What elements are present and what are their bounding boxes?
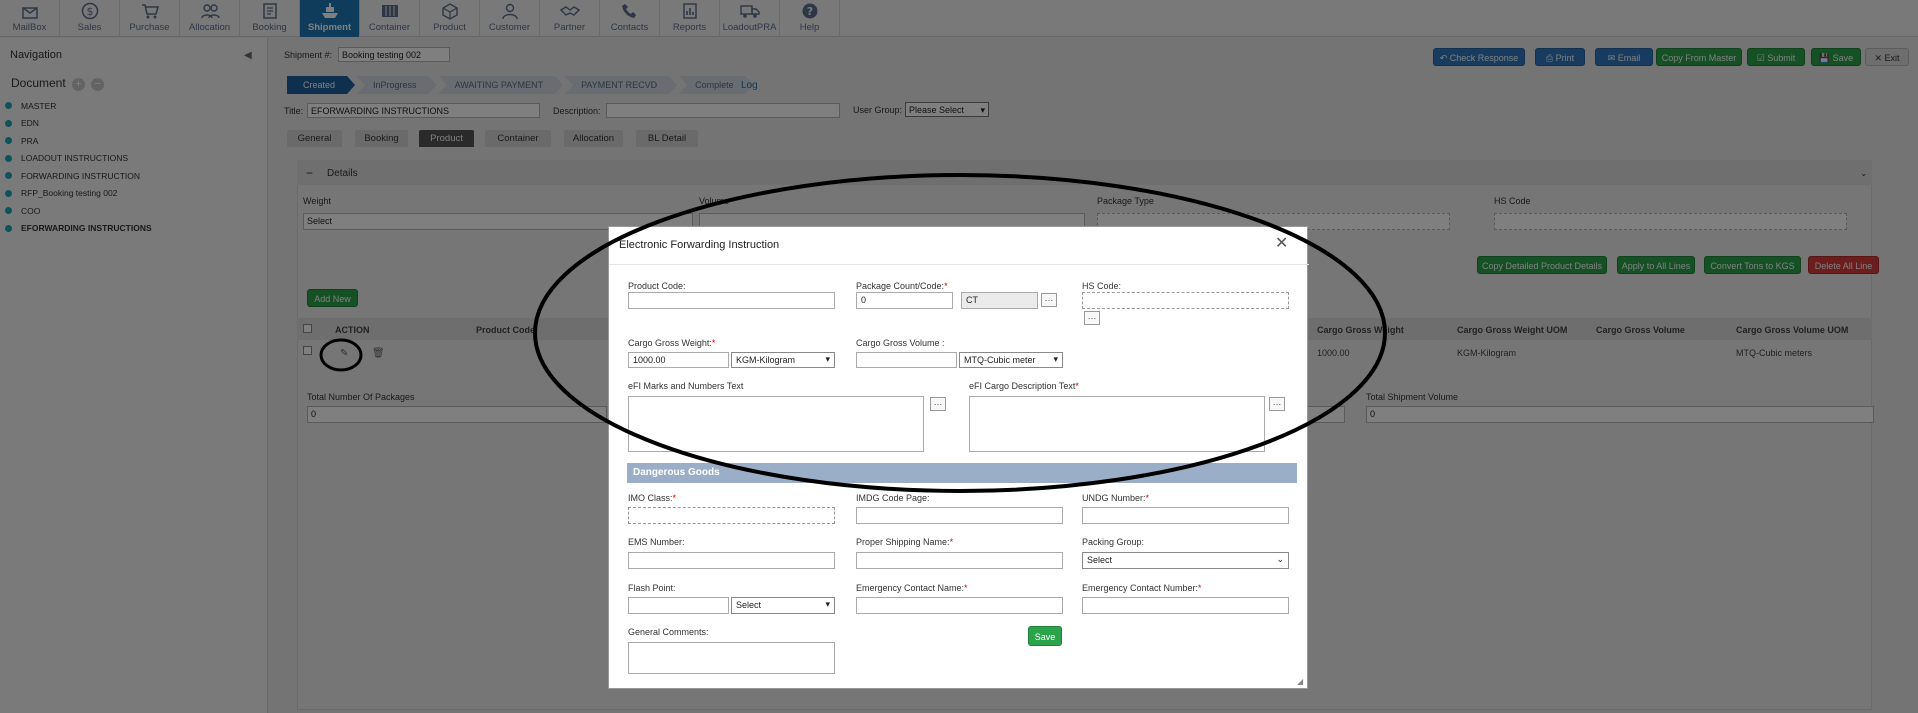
packing-group-label: Packing Group:: [1082, 537, 1145, 547]
imo-class-label: IMO Class:*: [628, 493, 677, 503]
imo-class-input[interactable]: [628, 507, 835, 524]
undg-input[interactable]: [1082, 507, 1289, 524]
ellipsis-icon[interactable]: …: [1269, 397, 1285, 411]
package-code-input[interactable]: CT: [961, 292, 1038, 309]
emergency-contact-number-label: Emergency Contact Number:*: [1082, 583, 1202, 593]
gross-volume-input[interactable]: [856, 352, 957, 368]
emergency-contact-number-input[interactable]: [1082, 597, 1289, 614]
product-code-label: Product Code:: [628, 281, 686, 291]
gross-weight-label: Cargo Gross Weight:*: [628, 338, 716, 348]
gross-volume-label: Cargo Gross Volume :: [856, 338, 945, 348]
divider: [609, 264, 1309, 265]
required-marker: *: [1198, 583, 1202, 593]
ems-label: EMS Number:: [628, 537, 685, 547]
required-marker: *: [964, 583, 968, 593]
product-code-input[interactable]: [628, 292, 835, 309]
imdg-label: IMDG Code Page:: [856, 493, 930, 503]
imdg-input[interactable]: [856, 507, 1063, 524]
chevron-down-icon: ▾: [1053, 354, 1058, 364]
hs-code-label: HS Code:: [1082, 281, 1122, 291]
required-marker: *: [949, 537, 954, 547]
required-marker: *: [1145, 493, 1150, 503]
required-marker: *: [672, 493, 677, 503]
ems-input[interactable]: [628, 552, 835, 569]
required-marker: *: [711, 338, 716, 348]
chevron-down-icon: ▾: [825, 599, 830, 609]
undg-label: UNDG Number:*: [1082, 493, 1150, 503]
chevron-down-icon: ⌄: [1276, 554, 1284, 564]
package-count-label: Package Count/Code:*: [856, 281, 948, 291]
resize-handle-icon[interactable]: ◢: [1297, 677, 1303, 686]
ellipsis-icon[interactable]: …: [1084, 311, 1100, 325]
emergency-contact-name-label: Emergency Contact Name:*: [856, 583, 968, 593]
modal-save-button[interactable]: Save: [1028, 626, 1062, 646]
weight-uom-select[interactable]: KGM-Kilogram ▾: [731, 352, 835, 368]
volume-uom-select[interactable]: MTQ-Cubic meter ▾: [959, 352, 1063, 368]
package-count-input[interactable]: 0: [856, 292, 953, 309]
gross-weight-input[interactable]: 1000.00: [628, 352, 729, 368]
required-marker: *: [944, 281, 948, 291]
flash-point-label: Flash Point:: [628, 583, 676, 593]
marks-label: eFI Marks and Numbers Text: [628, 381, 744, 391]
proper-shipping-name-label: Proper Shipping Name:*: [856, 537, 954, 547]
flash-point-input[interactable]: [628, 597, 729, 614]
close-icon[interactable]: ✕: [1275, 233, 1288, 253]
ellipsis-icon[interactable]: …: [930, 397, 946, 411]
general-comments-label: General Comments:: [628, 627, 709, 637]
flash-point-unit-select[interactable]: Select ▾: [731, 597, 835, 614]
general-comments-textarea[interactable]: [628, 642, 835, 674]
emergency-contact-name-input[interactable]: [856, 597, 1063, 614]
cargo-description-label: eFI Cargo Description Text*: [969, 381, 1079, 391]
ellipsis-icon[interactable]: …: [1041, 293, 1057, 307]
dangerous-goods-header: Dangerous Goods: [627, 463, 1297, 483]
cargo-description-textarea[interactable]: [969, 396, 1265, 452]
proper-shipping-name-input[interactable]: [856, 552, 1063, 569]
modal-title: Electronic Forwarding Instruction: [619, 239, 780, 251]
efi-modal: Electronic Forwarding Instruction ✕ Prod…: [608, 226, 1309, 689]
hs-code-input[interactable]: [1082, 292, 1289, 309]
packing-group-select[interactable]: Select ⌄: [1082, 552, 1289, 569]
required-marker: *: [1075, 381, 1079, 391]
chevron-down-icon: ▾: [825, 354, 830, 364]
marks-textarea[interactable]: [628, 396, 924, 452]
